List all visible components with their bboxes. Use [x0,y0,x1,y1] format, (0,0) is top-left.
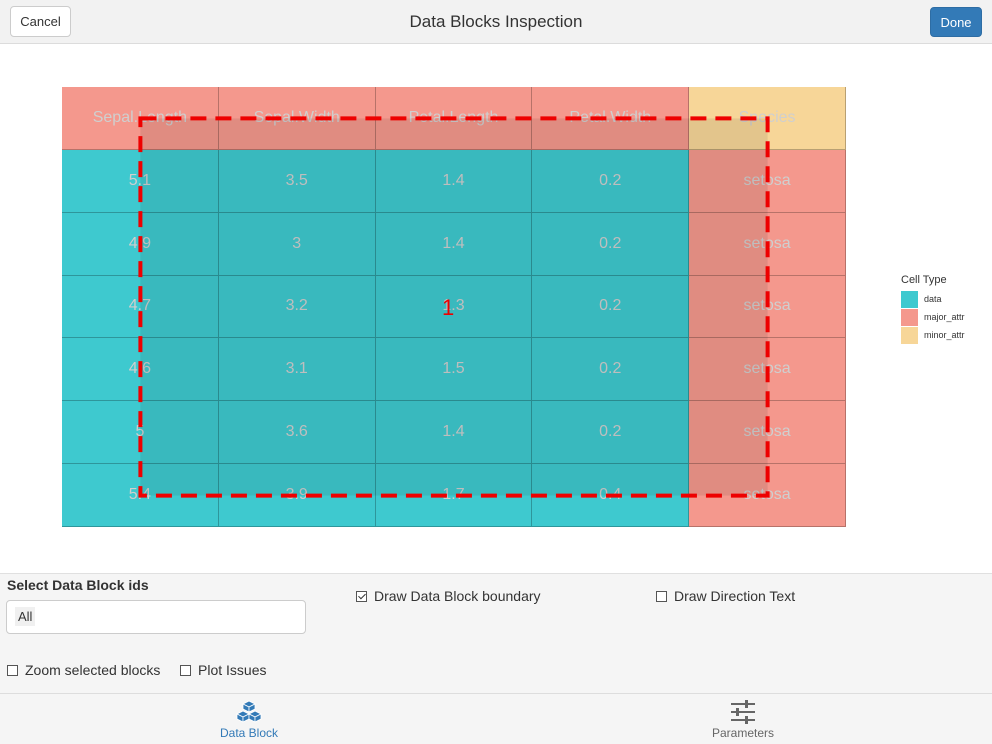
plot-issues-checkbox-box[interactable] [180,664,191,676]
grid-cell: Sepal.Length [62,87,219,150]
grid-cell: 1.7 [375,464,533,527]
legend-label-major-attr: major_attr [924,312,965,322]
sliders-icon [731,700,755,724]
grid-cell: 3 [218,212,376,276]
grid-cell: 0.2 [532,212,690,276]
grid-cell: Sepal.Width [218,87,376,150]
zoom-blocks-checkbox-box[interactable] [7,664,18,676]
draw-direction-checkbox-box[interactable] [656,590,667,602]
grid-cell: setosa [689,212,846,276]
draw-boundary-label: Draw Data Block boundary [374,588,541,604]
legend-label-minor-attr: minor_attr [924,330,965,340]
done-button[interactable]: Done [930,7,982,37]
tab-parameters-label: Parameters [711,726,775,740]
grid-cell: 1.4 [375,212,533,276]
grid-cell: Species [689,87,846,150]
grid-cell: 0.2 [532,401,690,465]
zoom-blocks-checkbox[interactable]: Zoom selected blocks [7,662,160,678]
legend-swatch-data [901,290,918,308]
legend-item-major-attr: major_attr [901,308,965,326]
grid-cell: 5 [62,401,219,465]
selected-chip-all[interactable]: All [15,607,36,626]
grid-cell: setosa [689,275,846,339]
legend-title: Cell Type [901,274,947,286]
tab-data-block-label: Data Block [219,726,279,740]
page-title: Data Blocks Inspection [409,12,583,31]
legend-swatch-major-attr [901,308,918,326]
plot-issues-label: Plot Issues [198,662,267,678]
grid-cell: 5.4 [62,464,219,527]
grid-cell: 5.1 [62,149,219,213]
grid-cell: 4.9 [62,212,219,276]
zoom-blocks-label: Zoom selected blocks [25,662,161,678]
controls-panel: Select Data Block ids All Draw Data Bloc… [0,573,992,694]
header-bar: Cancel Data Blocks Inspection Done [0,0,992,44]
grid-cell: 1.5 [375,338,533,402]
grid-cell: 3.6 [218,401,376,465]
legend-item-minor-attr: minor_attr [901,326,965,344]
grid-cell: setosa [689,149,846,213]
draw-direction-checkbox[interactable]: Draw Direction Text [656,588,795,604]
legend-item-data: data [901,290,965,308]
data-block-grid: Sepal.Length Sepal.Width Petal.Length Petal… [62,87,846,527]
cell-type-legend: Cell Type data major_attr minor_attr [901,274,965,344]
draw-boundary-checkbox[interactable]: Draw Data Block boundary [356,588,541,604]
legend-swatch-minor-attr [901,326,918,344]
grid-cell: 0.2 [532,338,690,402]
data-block-id-label: 1 [442,295,455,320]
bottom-tab-bar: Data Block Parameters [0,693,992,744]
legend-label-data: data [924,294,942,304]
tab-parameters[interactable]: Parameters [643,694,843,744]
tab-data-block[interactable]: Data Block [149,694,349,744]
grid-cell: 0.2 [532,275,690,339]
grid-cell: Petal.Width [532,87,690,150]
data-block-select[interactable]: All [6,600,306,634]
grid-cell: 3.5 [218,149,376,213]
grid-cell: 4.6 [62,338,219,402]
grid-cell: setosa [689,401,846,465]
grid-cell: 4.7 [62,275,219,339]
plot-issues-checkbox[interactable]: Plot Issues [180,662,266,678]
grid-cell: 1.4 [375,149,533,213]
select-data-block-label: Select Data Block ids [7,577,149,593]
grid-cell: 0.2 [532,149,690,213]
grid-cell: 3.9 [218,464,376,527]
grid-cell: 1.4 [375,401,533,465]
grid-cell: Petal.Length [375,87,533,150]
draw-direction-label: Draw Direction Text [674,588,796,604]
grid-cell: 3.2 [218,275,376,339]
grid-cell: setosa [689,464,846,527]
grid-cell: 3.1 [218,338,376,402]
cubes-icon [236,700,262,723]
grid-cell: 0.4 [532,464,690,527]
grid-cell: setosa [689,338,846,402]
draw-boundary-checkbox-box[interactable] [356,590,367,602]
